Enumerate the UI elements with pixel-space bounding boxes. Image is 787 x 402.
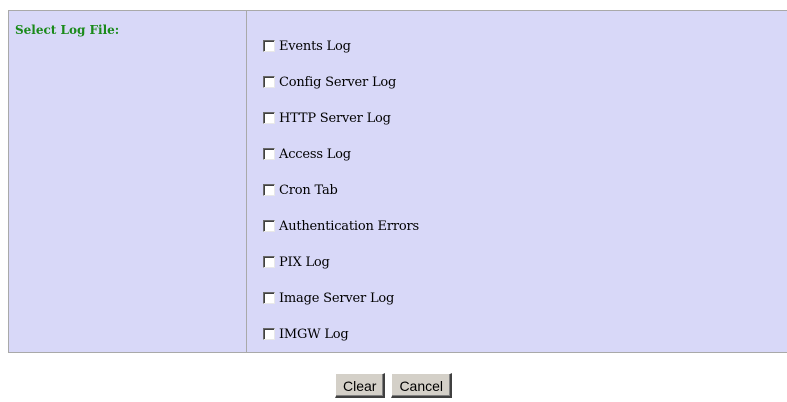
cron-tab-checkbox[interactable] — [263, 184, 275, 196]
access-log-label: Access Log — [279, 146, 351, 162]
log-file-row: Select Log File: Events Log Config Serve… — [8, 10, 787, 353]
option-access-log[interactable]: Access Log — [247, 136, 787, 172]
cancel-button[interactable]: Cancel — [391, 373, 453, 398]
config-server-log-label: Config Server Log — [279, 74, 397, 90]
authentication-errors-checkbox[interactable] — [263, 220, 275, 232]
http-server-log-checkbox[interactable] — [263, 112, 275, 124]
option-authentication-errors[interactable]: Authentication Errors — [247, 208, 787, 244]
http-server-log-label: HTTP Server Log — [279, 110, 391, 126]
cron-tab-label: Cron Tab — [279, 182, 338, 198]
image-server-log-checkbox[interactable] — [263, 292, 275, 304]
pix-log-checkbox[interactable] — [263, 256, 275, 268]
log-file-selection-table: Select Log File: Events Log Config Serve… — [8, 10, 787, 353]
option-image-server-log[interactable]: Image Server Log — [247, 280, 787, 316]
option-pix-log[interactable]: PIX Log — [247, 244, 787, 280]
clear-button[interactable]: Clear — [334, 373, 386, 398]
authentication-errors-label: Authentication Errors — [279, 218, 419, 234]
config-server-log-checkbox[interactable] — [263, 76, 275, 88]
options-cell: Events Log Config Server Log HTTP Server… — [246, 10, 787, 353]
log-file-options: Events Log Config Server Log HTTP Server… — [247, 11, 787, 352]
events-log-checkbox[interactable] — [263, 40, 275, 52]
label-cell: Select Log File: — [8, 10, 247, 353]
option-imgw-log[interactable]: IMGW Log — [247, 316, 787, 352]
form-buttons: Clear Cancel — [0, 373, 787, 398]
image-server-log-label: Image Server Log — [279, 290, 395, 306]
option-events-log[interactable]: Events Log — [247, 28, 787, 64]
imgw-log-checkbox[interactable] — [263, 328, 275, 340]
imgw-log-label: IMGW Log — [279, 326, 349, 342]
access-log-checkbox[interactable] — [263, 148, 275, 160]
select-log-file-label: Select Log File: — [15, 23, 120, 37]
option-http-server-log[interactable]: HTTP Server Log — [247, 100, 787, 136]
option-config-server-log[interactable]: Config Server Log — [247, 64, 787, 100]
pix-log-label: PIX Log — [279, 254, 330, 270]
events-log-label: Events Log — [279, 38, 351, 54]
option-cron-tab[interactable]: Cron Tab — [247, 172, 787, 208]
